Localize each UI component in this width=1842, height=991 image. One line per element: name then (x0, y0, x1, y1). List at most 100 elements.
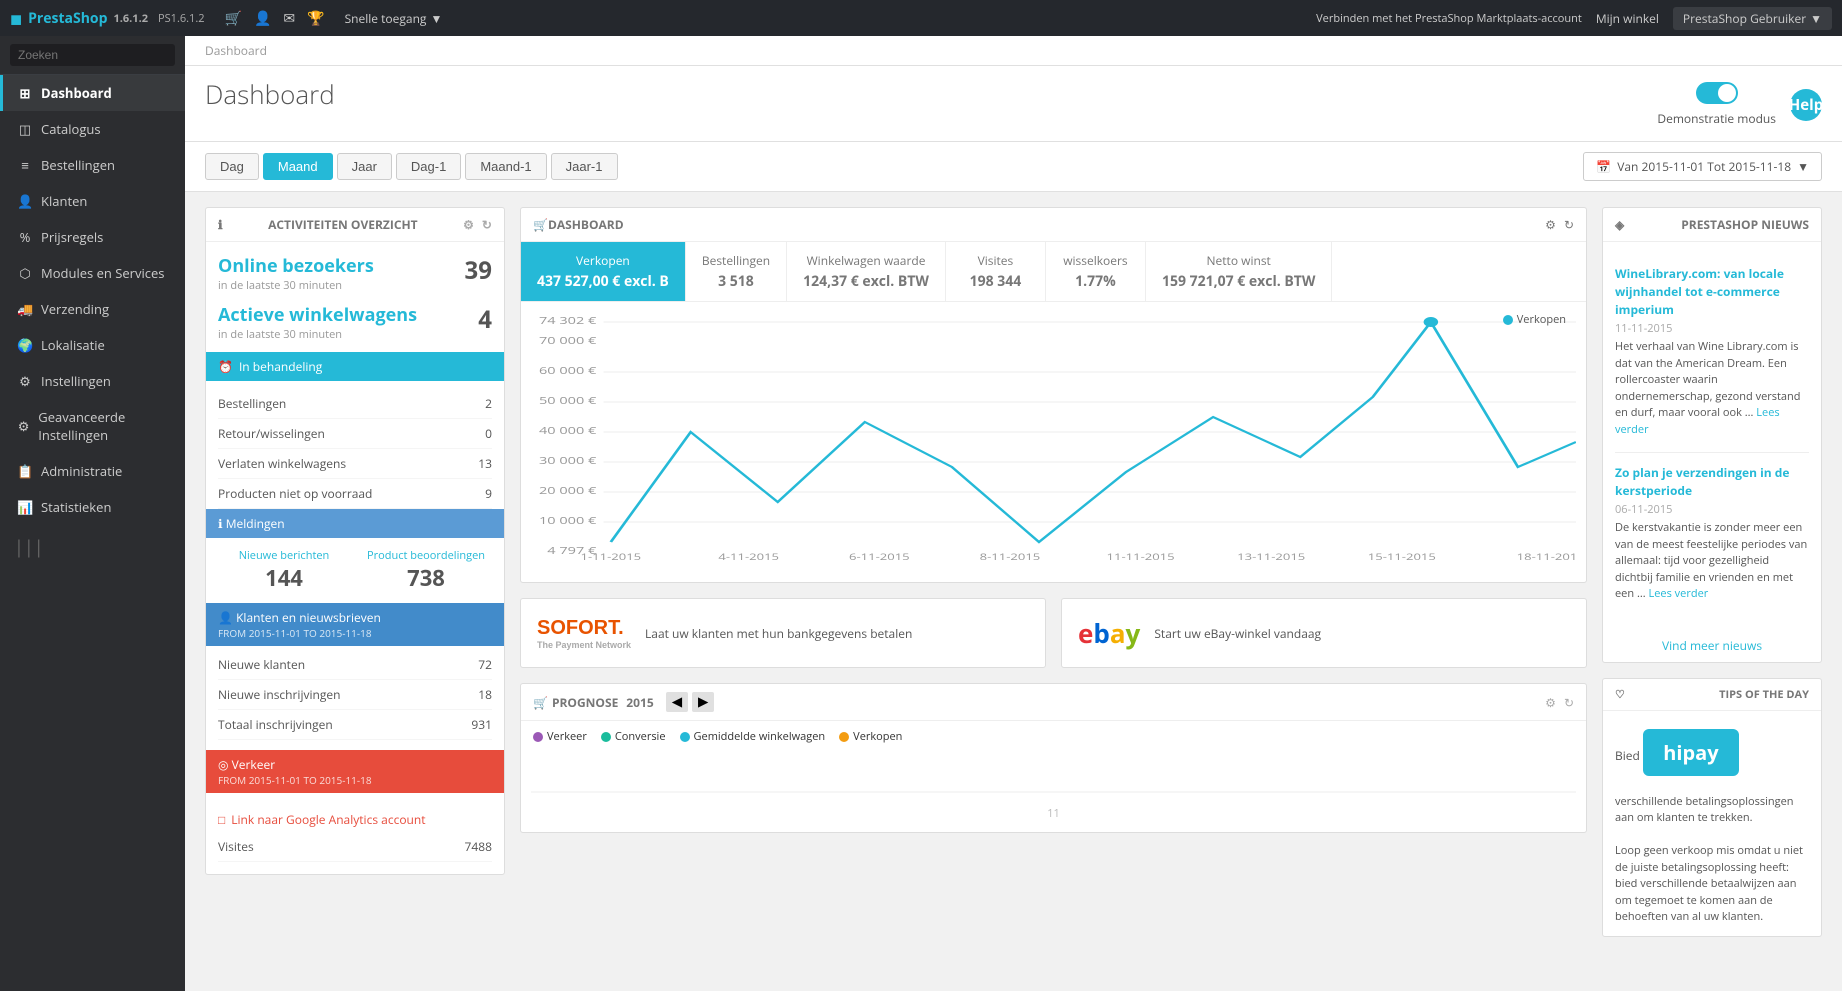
date-tabs: DagMaandJaarDag-1Maand-1Jaar-1 (205, 153, 618, 180)
bestellingen-value: 2 (485, 395, 492, 412)
news-title-link[interactable]: Zo plan je verzendingen in de kerstperio… (1615, 464, 1789, 499)
nieuwe-berichten-cell: Nieuwe berichten 144 (218, 548, 350, 593)
chart-tab-bestellingen[interactable]: Bestellingen3 518 (686, 242, 787, 301)
retour-link[interactable]: Retour/wisselingen (218, 425, 325, 442)
main-content: Dashboard Dashboard Demonstratie modus H… (185, 36, 1842, 967)
sidebar-item-instellingen[interactable]: ⚙Instellingen (0, 363, 185, 399)
visites-value: 7488 (465, 838, 492, 855)
date-tab-dag-1[interactable]: Dag-1 (396, 153, 461, 180)
prognose-refresh-icon[interactable]: ↻ (1564, 694, 1574, 711)
legend-conversie-dot (601, 732, 611, 742)
promo-row: SOFORT. The Payment Network Laat uw klan… (520, 598, 1587, 668)
chart-tab-verkopen[interactable]: Verkopen437 527,00 € excl. B (521, 242, 686, 301)
winkelwagens-value: 4 (478, 303, 492, 336)
sidebar-item-administratie[interactable]: 📋Administratie (0, 453, 185, 489)
sidebar-item-statistieken[interactable]: 📊Statistieken (0, 489, 185, 525)
sidebar-item-bestellingen[interactable]: ≡Bestellingen (0, 147, 185, 183)
chevron-down-icon: ▼ (430, 10, 442, 27)
product-beoord-cell: Product beoordelingen 738 (360, 548, 492, 593)
chart-settings-icon[interactable]: ⚙ (1545, 216, 1556, 233)
date-tab-jaar[interactable]: Jaar (337, 153, 392, 180)
sidebar-item-lokalisatie[interactable]: 🌍Lokalisatie (0, 327, 185, 363)
administratie-icon: 📋 (17, 462, 33, 480)
news-date: 11-11-2015 (1615, 321, 1809, 336)
svg-text:1-11-2015: 1-11-2015 (581, 551, 642, 562)
sidebar-item-dashboard[interactable]: ⊞Dashboard (0, 75, 185, 111)
sidebar-item-klanten[interactable]: 👤Klanten (0, 183, 185, 219)
date-tab-dag[interactable]: Dag (205, 153, 259, 180)
legend-verkopen-dot (839, 732, 849, 742)
date-tab-maand-1[interactable]: Maand-1 (465, 153, 546, 180)
svg-text:10 000 €: 10 000 € (539, 514, 596, 528)
bestellingen-row: Bestellingen 2 (218, 389, 492, 419)
mail-icon[interactable]: ✉ (283, 9, 295, 28)
sales-chart: 74 302 € 70 000 € 60 000 € 50 000 € 40 0… (531, 312, 1576, 562)
refresh-icon[interactable]: ↻ (482, 216, 492, 233)
chart-refresh-icon[interactable]: ↻ (1564, 216, 1574, 233)
product-beoord-label: Product beoordelingen (360, 548, 492, 563)
rss-icon: ◈ (1615, 216, 1624, 233)
producten-row: Producten niet op voorraad 9 (218, 479, 492, 509)
sidebar-item-geavanceerd[interactable]: ⚙Geavanceerde Instellingen (0, 399, 185, 453)
read-more-link[interactable]: Lees verder (1648, 586, 1708, 601)
user-menu-button[interactable]: PrestaShop Gebruiker ▼ (1673, 7, 1832, 30)
toggle-switch[interactable] (1696, 82, 1738, 104)
date-range-button[interactable]: 📅 Van 2015-11-01 Tot 2015-11-18 ▼ (1583, 152, 1822, 181)
cart-icon[interactable]: 🛒 (225, 9, 242, 28)
sidebar-item-catalogus[interactable]: ◫Catalogus (0, 111, 185, 147)
news-title-link[interactable]: WineLibrary.com: van locale wijnhandel t… (1615, 265, 1784, 318)
sidebar-item-modules[interactable]: ⬡Modules en Services (0, 255, 185, 291)
help-button[interactable]: Help (1790, 89, 1822, 121)
prognose-next-button[interactable]: ▶ (692, 692, 714, 712)
tips-text: verschillende betalingsoplossingen aan o… (1603, 794, 1821, 936)
producten-link[interactable]: Producten niet op voorraad (218, 485, 372, 502)
totaal-inschr-link[interactable]: Totaal inschrijvingen (218, 716, 333, 733)
ps-version: PS1.6.1.2 (158, 11, 204, 26)
geavanceerd-icon: ⚙ (17, 417, 30, 435)
dashboard-chart-card: 🛒 DASHBOARD ⚙ ↻ Verkopen437 527,00 € exc… (520, 207, 1587, 583)
chart-tab-wisselkoers[interactable]: wisselkoers1.77% (1046, 242, 1146, 301)
svg-text:6-11-2015: 6-11-2015 (849, 551, 910, 562)
prijsregels-icon: % (17, 228, 33, 246)
chart-tab-value: 437 527,00 € excl. B (537, 272, 669, 291)
svg-text:18-11-201: 18-11-201 (1517, 551, 1576, 562)
demo-mode-toggle[interactable]: Demonstratie modus (1657, 82, 1776, 127)
chart-tab-netto-winst[interactable]: Netto winst159 721,07 € excl. BTW (1146, 242, 1332, 301)
read-more-link[interactable]: Lees verder (1615, 405, 1780, 437)
logo[interactable]: ■ PrestaShop 1.6.1.2 (10, 5, 148, 32)
top-nav-center: Snelle toegang ▼ (335, 10, 1307, 27)
user-icon[interactable]: 👤 (254, 9, 271, 28)
svg-text:15-11-2015: 15-11-2015 (1368, 551, 1436, 562)
sidebar-item-verzending[interactable]: 🚚Verzending (0, 291, 185, 327)
chart-tab-visites[interactable]: Visites198 344 (946, 242, 1046, 301)
product-beoord-value: 738 (360, 563, 492, 593)
winkelwagens-label: Actieve winkelwagens (218, 303, 492, 327)
chart-tab-value: 1.77% (1062, 272, 1129, 291)
analytics-link[interactable]: Link naar Google Analytics account (231, 811, 425, 828)
sidebar-collapse-button[interactable]: ||| (0, 525, 185, 569)
shopping-cart-icon: 🛒 (533, 216, 548, 233)
sidebar-search-input[interactable] (10, 44, 175, 66)
nieuwe-inschr-link[interactable]: Nieuwe inschrijvingen (218, 686, 341, 703)
snelle-toegang-button[interactable]: Snelle toegang ▼ (345, 10, 443, 27)
nieuwe-klanten-link[interactable]: Nieuwe klanten (218, 656, 305, 673)
verlaten-link[interactable]: Verlaten winkelwagens (218, 455, 346, 472)
visites-link[interactable]: Visites (218, 838, 254, 855)
mijn-winkel-link[interactable]: Mijn winkel (1596, 10, 1659, 27)
prognose-settings-icon[interactable]: ⚙ (1545, 694, 1556, 711)
nieuwe-inschr-value: 18 (478, 686, 492, 703)
activiteiten-body: 39 Online bezoekers in de laatste 30 min… (206, 242, 504, 874)
date-tab-maand[interactable]: Maand (263, 153, 333, 180)
modules-icon: ⬡ (17, 264, 33, 282)
sidebar-item-prijsregels[interactable]: %Prijsregels (0, 219, 185, 255)
chart-tab-winkelwagen-waarde[interactable]: Winkelwagen waarde124,37 € excl. BTW (787, 242, 946, 301)
vind-meer-nieuws-link[interactable]: Vind meer nieuws (1603, 629, 1821, 662)
winkelwagens-sub: in de laatste 30 minuten (218, 327, 492, 342)
date-tab-jaar-1[interactable]: Jaar-1 (551, 153, 618, 180)
verlaten-value: 13 (478, 455, 492, 472)
trophy-icon[interactable]: 🏆 (307, 9, 324, 28)
breadcrumb: Dashboard (185, 36, 1842, 66)
prognose-prev-button[interactable]: ◀ (666, 692, 688, 712)
settings-icon[interactable]: ⚙ (463, 216, 474, 233)
bestellingen-link[interactable]: Bestellingen (218, 395, 286, 412)
